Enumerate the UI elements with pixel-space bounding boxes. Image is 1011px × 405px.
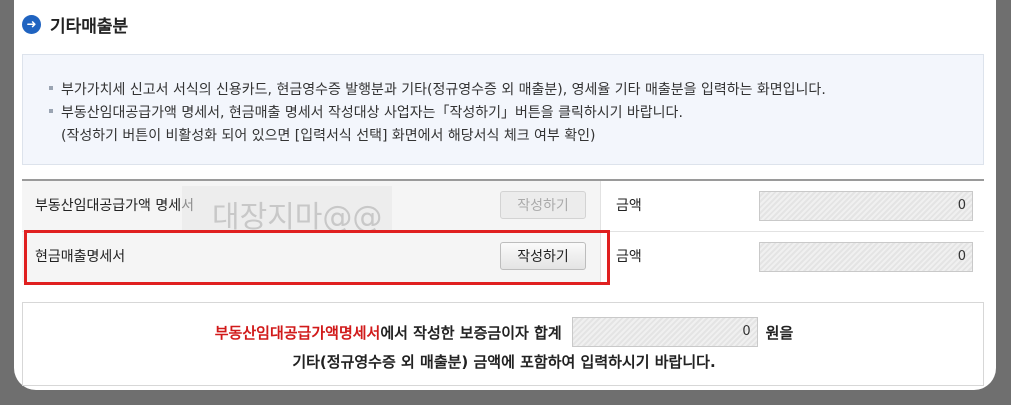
- amount-cell-cash-sales: 금액 0: [600, 232, 985, 282]
- notice-box: 부가가치세 신고서 서식의 신용카드, 현금영수증 발행분과 기타(정규영수증 …: [22, 54, 984, 165]
- amount-field-cash-sales[interactable]: 0: [759, 242, 973, 272]
- content-panel: ➜ 기타매출분 부가가치세 신고서 서식의 신용카드, 현금영수증 발행분과 기…: [14, 0, 996, 390]
- notice-line-2: 부동산임대공급가액 명세서, 현금매출 명세서 작성대상 사업자는「작성하기」버…: [49, 102, 683, 122]
- summary-text: 에서 작성한 보증금이자 합계: [380, 323, 562, 342]
- section-title: 기타매출분: [50, 16, 129, 37]
- write-button-real-estate[interactable]: 작성하기: [500, 191, 586, 219]
- notice-line-1: 부가가치세 신고서 서식의 신용카드, 현금영수증 발행분과 기타(정규영수증 …: [49, 79, 826, 99]
- section-header: ➜ 기타매출분: [22, 10, 128, 38]
- summary-line-2: 기타(정규영수증 외 매출분) 금액에 포함하여 입력하시기 바랍니다.: [292, 353, 716, 371]
- highlight-box: [24, 230, 610, 285]
- deposit-interest-total-field[interactable]: 0: [571, 317, 758, 347]
- amount-cell-real-estate: 금액 0: [600, 181, 985, 231]
- amount-label: 금액: [616, 249, 642, 265]
- table-row-real-estate: 부동산임대공급가액 명세서 대장지마@@ 작성하기 금액 0: [22, 181, 985, 250]
- summary-red-text: 부동산임대공급가액명세서: [214, 323, 381, 342]
- summary-line-1: 부동산임대공급가액명세서 에서 작성한 보증금이자 합계 0 원을: [23, 317, 985, 347]
- arrow-right-circle-icon: ➜: [22, 14, 41, 34]
- bullet-square-icon: [49, 86, 53, 90]
- bullet-square-icon: [49, 109, 53, 113]
- amount-label: 금액: [616, 198, 642, 214]
- row-label-real-estate: 부동산임대공급가액 명세서: [35, 198, 195, 214]
- notice-line-3: (작성하기 버튼이 비활성화 되어 있으면 [입력서식 선택] 화면에서 해당서…: [61, 128, 596, 144]
- amount-field-real-estate[interactable]: 0: [759, 191, 973, 221]
- summary-suffix: 원을: [765, 323, 794, 342]
- summary-box: 부동산임대공급가액명세서 에서 작성한 보증금이자 합계 0 원을 기타(정규영…: [22, 302, 984, 386]
